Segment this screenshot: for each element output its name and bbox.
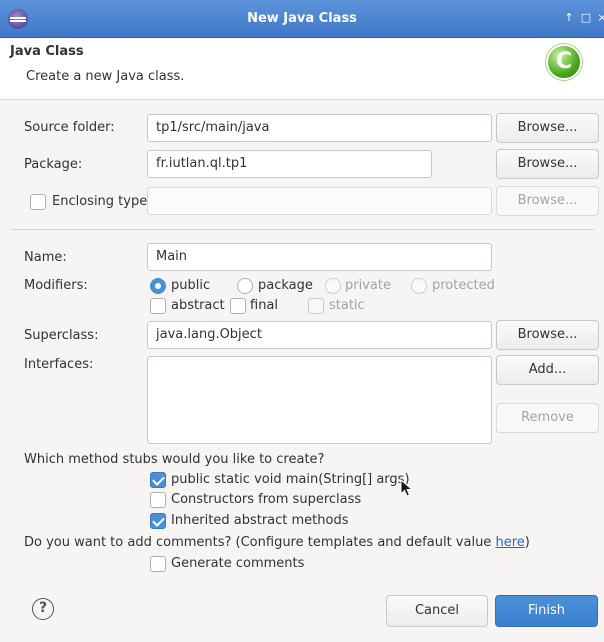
main-method-checkbox[interactable] [150,472,166,488]
name-label: Name: [24,250,67,265]
package-radio-label: package [258,278,313,293]
generate-comments-label: Generate comments [171,556,305,571]
eclipse-logo-icon [8,9,28,29]
package-label: Package: [24,157,83,172]
source-folder-label: Source folder: [24,120,115,135]
enclosing-type-checkbox[interactable] [30,194,46,210]
inherited-abstract-label: Inherited abstract methods [171,513,349,528]
remove-interface-button[interactable]: Remove [496,403,599,433]
method-stubs-question: Which method stubs would you like to cre… [24,452,325,467]
modifiers-label: Modifiers: [24,278,88,293]
pin-icon[interactable]: ↑ [561,10,577,26]
inherited-abstract-checkbox[interactable] [150,513,166,529]
final-checkbox[interactable] [230,298,246,314]
window-title: New Java Class [247,11,357,26]
static-checkbox-label: static [329,298,365,313]
cancel-button[interactable]: Cancel [386,595,488,627]
new-java-class-dialog: New Java Class ↑ □ × Java Class Create a… [0,0,604,642]
superclass-browse-button[interactable]: Browse... [496,320,599,350]
public-radio[interactable] [150,278,166,294]
dialog-header: Java Class Create a new Java class. [0,38,604,100]
separator [10,229,594,230]
generate-comments-checkbox[interactable] [150,556,166,572]
finish-button[interactable]: Finish [495,595,598,627]
package-field[interactable]: fr.iutlan.ql.tp1 [147,150,432,178]
header-description: Create a new Java class. [26,69,185,84]
name-field[interactable]: Main [147,243,492,271]
enclosing-type-field[interactable] [147,187,492,215]
interfaces-label: Interfaces: [24,357,94,372]
public-radio-label: public [171,278,211,293]
source-folder-browse-button[interactable]: Browse... [496,113,599,143]
main-method-label: public static void main(String[] args) [171,472,410,487]
enclosing-type-label: Enclosing type: [52,194,152,209]
superclass-label: Superclass: [24,328,99,343]
close-icon[interactable]: × [594,10,604,26]
superclass-field[interactable]: java.lang.Object [147,321,492,349]
package-browse-button[interactable]: Browse... [496,149,599,179]
static-checkbox[interactable] [308,298,324,314]
java-class-icon: C [546,44,582,80]
source-folder-field[interactable]: tp1/src/main/java [147,114,492,142]
constructors-label: Constructors from superclass [171,492,362,507]
maximize-icon[interactable]: □ [578,10,594,26]
interfaces-list[interactable] [147,356,492,444]
protected-radio-label: protected [432,278,495,293]
constructors-checkbox[interactable] [150,492,166,508]
title-bar[interactable]: New Java Class ↑ □ × [0,0,604,38]
enclosing-type-browse-button[interactable]: Browse... [496,186,599,216]
header-title: Java Class [10,44,84,59]
add-interface-button[interactable]: Add... [496,355,599,385]
abstract-checkbox[interactable] [150,298,166,314]
package-radio[interactable] [237,278,253,294]
configure-templates-link[interactable]: here [495,535,524,550]
mouse-cursor-icon [400,479,414,497]
private-radio[interactable] [325,278,341,294]
help-icon[interactable]: ? [32,598,54,620]
protected-radio[interactable] [411,278,427,294]
private-radio-label: private [345,278,391,293]
abstract-checkbox-label: abstract [171,298,225,313]
comments-question: Do you want to add comments? (Configure … [24,535,530,550]
final-checkbox-label: final [250,298,279,313]
